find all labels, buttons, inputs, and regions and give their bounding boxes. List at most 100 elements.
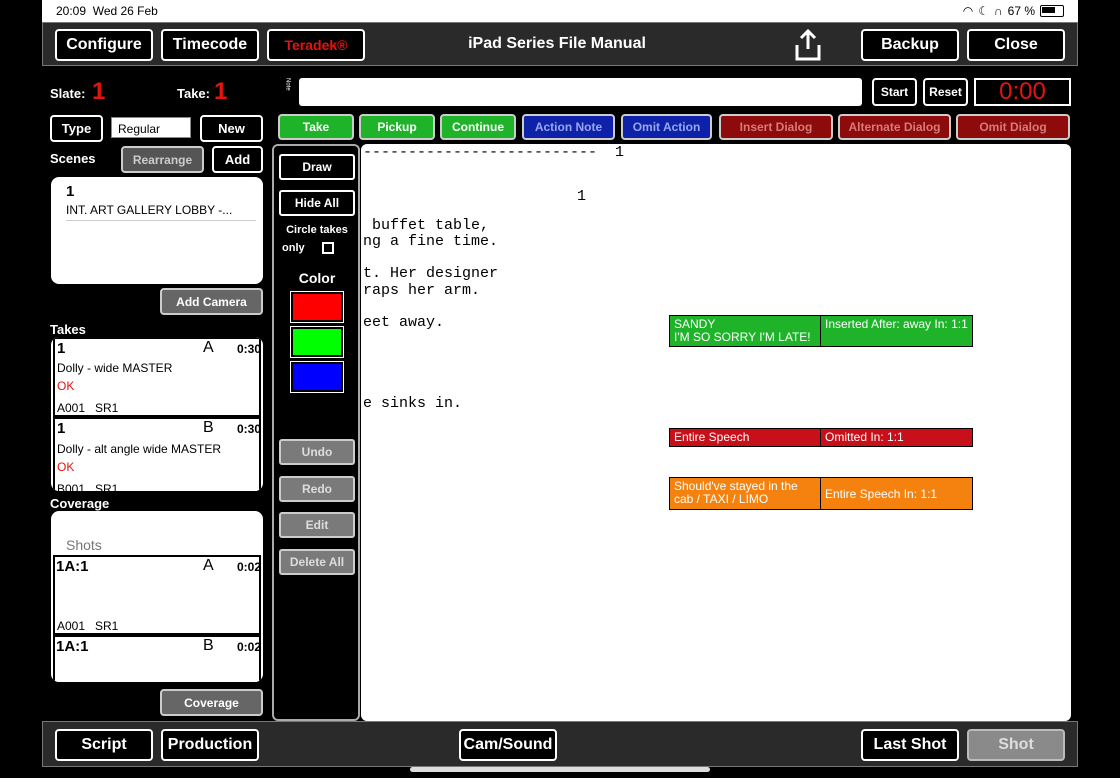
last-shot-button[interactable]: Last Shot — [861, 729, 959, 761]
scene-heading[interactable]: INT. ART GALLERY LOBBY -... — [66, 203, 232, 217]
hide-all-button[interactable]: Hide All — [279, 190, 355, 216]
note-detail: Entire Speech In: 1:1 — [825, 486, 938, 501]
script-line: 1 — [577, 188, 587, 205]
shot-sound: SR1 — [95, 619, 119, 633]
action-note-button[interactable]: Action Note — [522, 114, 615, 140]
drawing-tools-panel: Draw Hide All Circle takes only Color Un… — [272, 144, 360, 721]
share-icon[interactable] — [791, 27, 825, 63]
take-value[interactable]: 1 — [214, 78, 227, 106]
close-button[interactable]: Close — [967, 29, 1065, 61]
draw-button[interactable]: Draw — [279, 154, 355, 180]
scene-number[interactable]: 1 — [66, 183, 74, 200]
note-content: Should've stayed in the cab / TAXI / LIM… — [670, 478, 821, 509]
script-line: ng a fine time. — [363, 233, 499, 250]
take-status: OK — [57, 460, 75, 474]
teradek-button[interactable]: Teradek® — [267, 29, 365, 61]
note-input[interactable] — [299, 78, 862, 106]
shot-button[interactable]: Shot — [967, 729, 1065, 761]
type-field[interactable]: Regular — [111, 117, 191, 138]
redo-button[interactable]: Redo — [279, 476, 355, 502]
note-detail: Omitted In: 1:1 — [825, 430, 904, 444]
shot-roll: A001 — [57, 619, 86, 633]
top-toolbar: Configure Timecode Teradek® iPad Series … — [42, 22, 1078, 66]
take-card[interactable]: 1 B 0:30 Dolly - alt angle wide MASTER O… — [53, 417, 261, 491]
continue-mode-button[interactable]: Continue — [440, 114, 516, 140]
add-scene-button[interactable]: Add — [212, 146, 263, 173]
take-number: 1 — [57, 420, 66, 437]
reset-button[interactable]: Reset — [923, 78, 968, 106]
scenes-label: Scenes — [50, 151, 96, 166]
pickup-mode-button[interactable]: Pickup — [359, 114, 435, 140]
omit-dialog-note[interactable]: Entire Speech Omitted In: 1:1 — [669, 428, 973, 447]
shot-card[interactable]: 1A:1 A 0:02 A001 SR1 — [53, 555, 261, 635]
backup-button[interactable]: Backup — [861, 29, 959, 61]
color-swatch-red[interactable] — [290, 291, 344, 323]
script-line: raps her arm. — [363, 282, 481, 299]
battery-percent: 67 % — [1007, 4, 1035, 18]
color-swatch-green[interactable] — [290, 326, 344, 358]
take-camera: B — [203, 419, 214, 436]
shot-camera: B — [203, 637, 214, 654]
app-title: iPad Series File Manual — [468, 35, 646, 52]
note-label: Note — [284, 78, 291, 91]
omit-dialog-button[interactable]: Omit Dialog — [956, 114, 1070, 140]
script-tab[interactable]: Script — [55, 729, 153, 761]
only-label: only — [282, 242, 305, 254]
insert-dialog-button[interactable]: Insert Dialog — [719, 114, 833, 140]
script-line: t. Her designer — [363, 265, 499, 282]
script-line: buffet table, — [363, 217, 490, 234]
coverage-button[interactable]: Coverage — [160, 689, 263, 716]
take-card[interactable]: 1 A 0:30 Dolly - wide MASTER OK A001 SR1 — [53, 337, 261, 417]
circle-takes-checkbox[interactable] — [322, 242, 334, 254]
status-bar: 20:09 Wed 26 Feb ◠ ☾ ∩ 67 % — [42, 0, 1078, 22]
note-content: SANDY I'M SO SORRY I'M LATE! — [670, 316, 821, 346]
undo-button[interactable]: Undo — [279, 439, 355, 465]
shot-duration: 0:02 — [237, 560, 262, 574]
take-sound: SR1 — [95, 401, 119, 415]
production-tab[interactable]: Production — [161, 729, 259, 761]
status-time: 20:09 Wed 26 Feb — [56, 4, 158, 18]
shot-duration: 0:02 — [237, 640, 262, 654]
bottom-toolbar: Script Production Cam/Sound Last Shot Sh… — [42, 721, 1078, 767]
takes-label: Takes — [50, 322, 86, 337]
take-sound: SR1 — [95, 482, 119, 491]
take-roll: A001 — [57, 401, 86, 415]
type-button[interactable]: Type — [50, 115, 103, 142]
rearrange-button[interactable]: Rearrange — [121, 146, 204, 173]
shot-card[interactable]: 1A:1 B 0:02 — [53, 635, 261, 682]
wifi-icon: ◠ — [962, 4, 974, 18]
battery-icon — [1040, 5, 1064, 17]
take-label: Take: — [177, 86, 210, 101]
timecode-button[interactable]: Timecode — [161, 29, 259, 61]
take-mode-button[interactable]: Take — [278, 114, 354, 140]
shot-camera: A — [203, 557, 214, 574]
delete-all-button[interactable]: Delete All — [279, 549, 355, 575]
shots-label: Shots — [66, 537, 102, 553]
script-line: eet away. — [363, 314, 445, 331]
timer-display: 0:00 — [974, 78, 1071, 106]
omit-action-button[interactable]: Omit Action — [621, 114, 712, 140]
edit-button[interactable]: Edit — [279, 512, 355, 538]
headphones-icon: ∩ — [994, 4, 1003, 18]
slate-value[interactable]: 1 — [92, 78, 105, 106]
alternate-dialog-button[interactable]: Alternate Dialog — [838, 114, 951, 140]
configure-button[interactable]: Configure — [55, 29, 153, 61]
take-duration: 0:30 — [237, 342, 262, 356]
start-button[interactable]: Start — [872, 78, 917, 106]
color-swatch-blue[interactable] — [290, 361, 344, 393]
alternate-dialog-note[interactable]: Should've stayed in the cab / TAXI / LIM… — [669, 477, 973, 510]
shot-number: 1A:1 — [56, 638, 89, 655]
add-camera-button[interactable]: Add Camera — [160, 288, 263, 315]
coverage-list: Shots 1A:1 A 0:02 A001 SR1 1A:1 B 0:02 — [51, 511, 263, 682]
take-camera: A — [203, 339, 214, 356]
script-page[interactable]: -------------------------- 1 1 buffet ta… — [361, 144, 1071, 721]
insert-dialog-note[interactable]: SANDY I'M SO SORRY I'M LATE! Inserted Af… — [669, 315, 973, 347]
new-button[interactable]: New — [200, 115, 263, 142]
script-line: e sinks in. — [363, 395, 463, 412]
cam-sound-tab[interactable]: Cam/Sound — [459, 729, 557, 761]
coverage-label: Coverage — [50, 496, 110, 511]
slate-label: Slate: — [50, 86, 86, 101]
note-content: Entire Speech — [670, 429, 821, 446]
script-line: -------------------------- 1 — [363, 144, 625, 161]
take-duration: 0:30 — [237, 422, 262, 436]
